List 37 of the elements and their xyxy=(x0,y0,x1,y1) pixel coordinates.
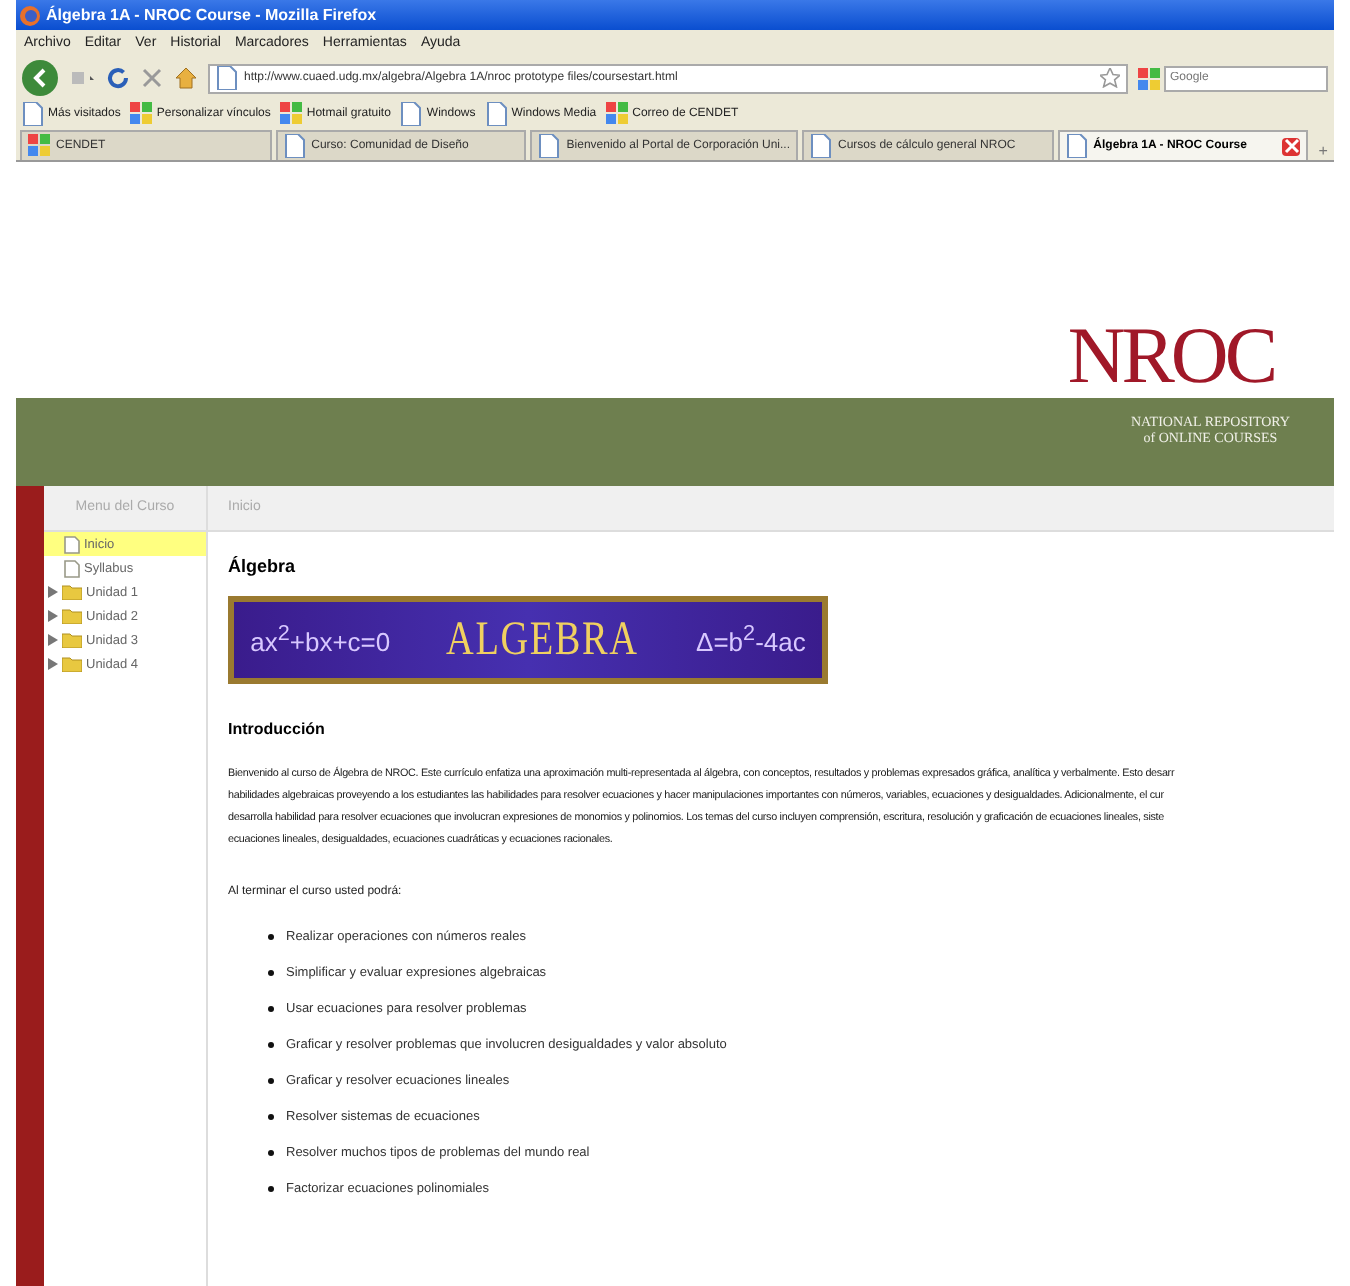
new-tab-button[interactable]: + xyxy=(1312,142,1334,160)
page-icon xyxy=(400,101,423,125)
page-icon xyxy=(1065,134,1088,158)
search-engine-icon xyxy=(1138,67,1160,89)
banner-formula: ax$^{2}$+bx+c=0 xyxy=(250,622,391,658)
page-icon xyxy=(216,66,238,90)
bullet-icon xyxy=(268,1185,274,1191)
page-icon xyxy=(538,134,561,158)
bullet-icon xyxy=(268,1041,274,1047)
bullet-icon xyxy=(268,969,274,975)
firefox-icon xyxy=(20,5,40,25)
reload-icon xyxy=(106,66,130,90)
grid-icon xyxy=(280,101,303,125)
back-button[interactable] xyxy=(22,60,58,96)
page-icon xyxy=(283,134,306,158)
star-icon xyxy=(1100,68,1120,88)
window-title: Álgebra 1A - NROC Course - Mozilla Firefox xyxy=(46,6,377,24)
page-heading: Álgebra xyxy=(228,556,298,576)
home-icon xyxy=(174,66,198,90)
page-icon xyxy=(810,134,833,158)
page-icon xyxy=(22,101,44,125)
stop-icon xyxy=(140,66,164,90)
section-heading: Introducción xyxy=(228,720,327,738)
banner-title: ALGEBRA xyxy=(446,613,640,667)
bullet-icon xyxy=(268,1113,274,1119)
bullet-icon xyxy=(268,933,274,939)
bullet-icon xyxy=(268,1077,274,1083)
forward-icon xyxy=(68,66,96,90)
logo-text: NROC xyxy=(1067,314,1274,398)
close-icon[interactable] xyxy=(1282,137,1301,155)
page-icon xyxy=(485,101,508,125)
grid-icon xyxy=(606,101,629,125)
grid-icon xyxy=(28,134,50,158)
banner-formula: Δ=b$^{2}$-4ac xyxy=(696,622,806,658)
bullet-icon xyxy=(268,1005,274,1011)
grid-icon xyxy=(130,101,153,125)
bullet-icon xyxy=(268,1149,274,1155)
